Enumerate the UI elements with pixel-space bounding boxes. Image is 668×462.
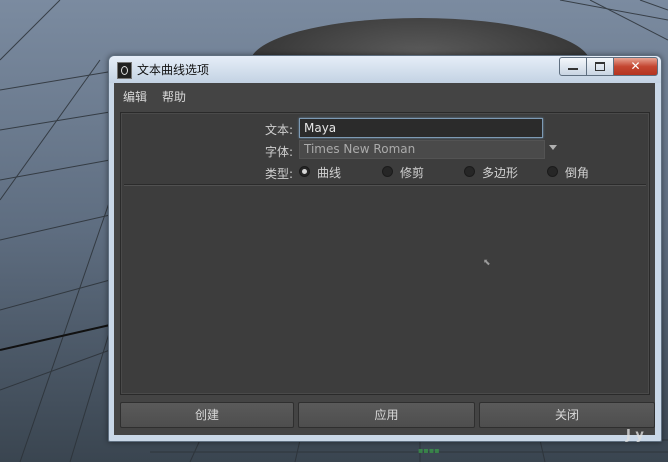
options-panel: 文本: 字体: Times New Roman 类型: 曲线 修剪 多边形 xyxy=(120,112,650,395)
separator xyxy=(124,184,646,186)
chevron-down-icon[interactable] xyxy=(549,145,557,150)
type-label: 类型: xyxy=(264,167,293,181)
minimize-button[interactable] xyxy=(559,57,587,76)
radio-unselected-icon[interactable] xyxy=(464,166,475,177)
mouse-cursor-icon: ⬉ xyxy=(483,258,491,268)
close-window-button[interactable]: ✕ xyxy=(613,57,658,76)
apply-button[interactable]: 应用 xyxy=(298,402,475,428)
font-label: 字体: xyxy=(264,145,293,159)
create-button[interactable]: 创建 xyxy=(120,402,294,428)
radio-bevel-label: 倒角 xyxy=(565,166,590,180)
radio-trim-label: 修剪 xyxy=(400,166,425,180)
maximize-icon xyxy=(595,62,605,71)
window-title: 文本曲线选项 xyxy=(137,63,210,77)
radio-unselected-icon[interactable] xyxy=(547,166,558,177)
radio-poly-label: 多边形 xyxy=(482,166,519,180)
text-curves-options-window: 文本曲线选项 ✕ 编辑 帮助 文本: 字体: Times New Roman 类… xyxy=(108,55,662,442)
maximize-button[interactable] xyxy=(586,57,614,76)
maya-app-icon xyxy=(117,62,132,79)
watermark-logo: ▪▪▪▪ xyxy=(418,446,440,455)
menu-help[interactable]: 帮助 xyxy=(162,88,186,105)
watermark: J y xyxy=(626,428,644,443)
radio-unselected-icon[interactable] xyxy=(382,166,393,177)
window-client-area: 编辑 帮助 文本: 字体: Times New Roman 类型: 曲线 修剪 xyxy=(114,83,655,435)
radio-curves-label: 曲线 xyxy=(317,166,342,180)
font-field[interactable]: Times New Roman xyxy=(299,140,545,159)
close-icon: ✕ xyxy=(630,59,641,73)
radio-selected-icon[interactable] xyxy=(299,166,310,177)
close-button[interactable]: 关闭 xyxy=(479,402,655,428)
menu-bar: 编辑 帮助 xyxy=(114,83,655,107)
text-input[interactable] xyxy=(299,118,543,138)
options-form: 文本: 字体: Times New Roman 类型: 曲线 修剪 多边形 xyxy=(121,113,649,183)
text-label: 文本: xyxy=(264,123,293,137)
menu-edit[interactable]: 编辑 xyxy=(123,88,147,105)
title-bar[interactable]: 文本曲线选项 ✕ xyxy=(109,56,661,83)
minimize-icon xyxy=(568,68,578,70)
